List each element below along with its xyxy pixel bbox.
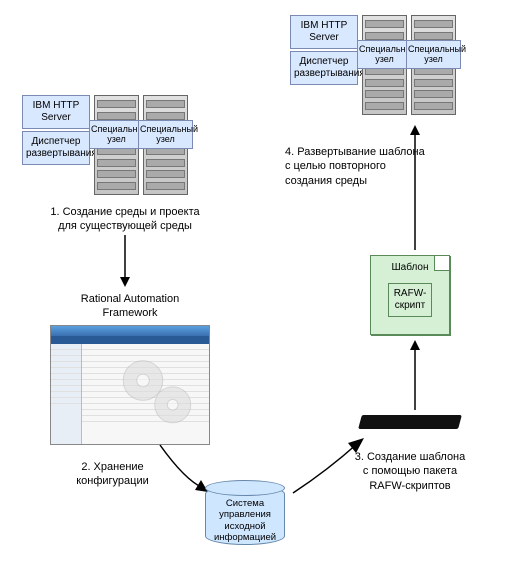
template-body: RAFW-скрипт <box>388 283 433 317</box>
workflow-diagram: IBM HTTPServer Диспетчерразвертывания Сп… <box>10 10 500 551</box>
node-rack-1: Специальныйузел <box>94 95 139 195</box>
build-appliance-icon <box>358 415 462 429</box>
node-rack-2: Специальныйузел <box>411 15 456 115</box>
window-toolbar <box>51 336 209 344</box>
node-label: Специальныйузел <box>357 40 412 69</box>
ibm-http-server-box: IBM HTTPServer <box>290 15 358 49</box>
window-titlebar <box>51 326 209 336</box>
node-rack-1: Специальныйузел <box>362 15 407 115</box>
raf-title: Rational AutomationFramework <box>65 292 195 321</box>
note-fold-icon <box>434 256 449 271</box>
node-label: Специальныйузел <box>406 40 461 69</box>
arrow-to-template <box>405 340 425 410</box>
arrow-step2 <box>155 440 210 495</box>
http-deploy-stack: IBM HTTPServer Диспетчерразвертывания <box>290 15 358 115</box>
source-control-db: Системауправленияисходнойинформацией <box>205 485 285 545</box>
deploy-manager-box: Диспетчерразвертывания <box>22 131 90 165</box>
raf-application-window <box>50 325 210 445</box>
node-rack-2: Специальныйузел <box>143 95 188 195</box>
http-deploy-stack: IBM HTTPServer Диспетчерразвертывания <box>22 95 90 195</box>
step2-caption: 2. Хранениеконфигурации <box>65 460 160 489</box>
step1-caption: 1. Создание среды и проектадля существую… <box>30 205 220 234</box>
node-label: Специальныйузел <box>138 120 193 149</box>
template-note: Шаблон RAFW-скрипт <box>370 255 450 335</box>
deploy-manager-box: Диспетчерразвертывания <box>290 51 358 85</box>
source-environment-cluster: IBM HTTPServer Диспетчерразвертывания Сп… <box>22 95 188 195</box>
ibm-http-server-box: IBM HTTPServer <box>22 95 90 129</box>
step3-caption: 3. Создание шаблонас помощью пакетаRAFW-… <box>340 450 480 493</box>
step4-caption: 4. Развертывание шаблонас целью повторно… <box>285 145 445 188</box>
window-sidebar <box>51 344 82 444</box>
target-environment-cluster: IBM HTTPServer Диспетчерразвертывания Сп… <box>290 15 456 115</box>
node-label: Специальныйузел <box>89 120 144 149</box>
gears-icon <box>109 349 204 439</box>
arrow-step1 <box>115 235 135 287</box>
